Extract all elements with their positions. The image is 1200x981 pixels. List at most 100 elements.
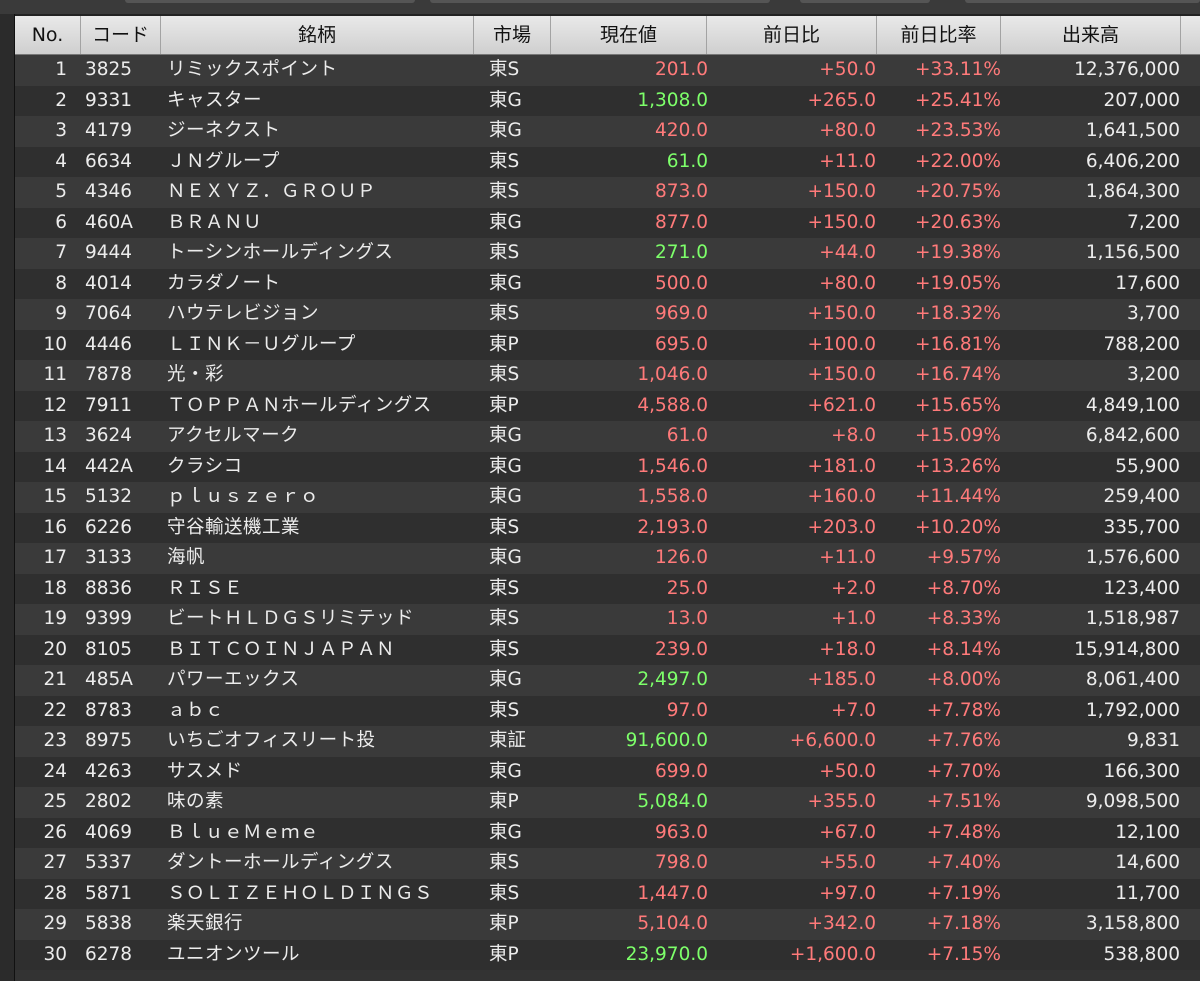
column-header-no[interactable]: No. (15, 16, 81, 54)
toolbar-tab[interactable] (800, 0, 930, 3)
change-cell: +97.0 (819, 882, 876, 904)
price-cell: 1,308.0 (637, 89, 708, 111)
price-cell: 1,558.0 (637, 486, 708, 507)
change-pct-cell: +20.75% (914, 181, 1001, 202)
column-header-market[interactable]: 市場 (474, 16, 551, 54)
stock-name-cell: ＲＩＳＥ (167, 577, 244, 599)
table-row[interactable]: 19 9399 ビートＨＬＤＧＳリミテッド 東S 13.0 +1.0 +8.33% 1,518… (15, 604, 1200, 635)
table-row[interactable]: 25 2802 味の素 東P 5,084.0 +355.0 +7.51% 9,098,500 (15, 787, 1200, 818)
stock-name-cell: サスメド (167, 760, 243, 782)
rank-cell: 10 (43, 333, 67, 355)
change-cell: +342.0 (807, 913, 876, 934)
change-pct-cell: +7.51% (926, 791, 1001, 812)
column-header-code[interactable]: コード (81, 16, 161, 54)
table-row[interactable]: 20 8105 ＢＩＴＣＯＩＮＪＡＰＡＮ 東S 239.0 +18.0 +8.14% 15,9… (15, 634, 1200, 665)
rank-cell: 25 (43, 791, 67, 812)
table-row[interactable]: 1 3825 リミックスポイント 東S 201.0 +50.0 +33.11% 12,376,… (15, 55, 1200, 86)
stock-name-cell: アクセルマーク (167, 425, 300, 446)
table-row[interactable]: 27 5337 ダントーホールディングス 東S 798.0 +55.0 +7.40% 14,6… (15, 848, 1200, 879)
change-pct-cell: +7.18% (926, 913, 1001, 934)
table-row[interactable]: 30 6278 ユニオンツール 東P 23,970.0 +1,600.0 +7.15% 538… (15, 939, 1200, 970)
market-cell: 東G (489, 455, 522, 477)
change-pct-cell: +15.65% (914, 394, 1001, 416)
stock-name-cell: キャスター (167, 89, 263, 111)
rank-cell: 20 (43, 638, 67, 660)
change-cell: +80.0 (819, 120, 876, 141)
market-cell: 東S (489, 516, 520, 538)
table-row[interactable]: 6 460A ＢＲＡＮＵ 東G 877.0 +150.0 +20.63% 7,200 (15, 207, 1200, 238)
price-cell: 25.0 (666, 577, 708, 599)
table-row[interactable]: 12 7911 ＴＯＰＰＡＮホールディングス 東P 4,588.0 +621.0 +15.6… (15, 390, 1200, 421)
table-row[interactable]: 21 485A パワーエックス 東G 2,497.0 +185.0 +8.00% 8,061,… (15, 665, 1200, 696)
volume-cell: 1,792,000 (1085, 699, 1180, 721)
code-cell: 4263 (85, 760, 133, 782)
stock-name-cell: 光・彩 (167, 364, 225, 385)
table-row[interactable]: 15 5132 ｐｌｕｓｚｅｒｏ 東G 1,558.0 +160.0 +11.44% 259,… (15, 482, 1200, 513)
table-row[interactable]: 8 4014 カラダノート 東G 500.0 +80.0 +19.05% 17,600 (15, 268, 1200, 299)
price-cell: 1,546.0 (637, 455, 708, 477)
toolbar-tab[interactable] (125, 0, 415, 3)
table-row[interactable]: 4 6634 ＪＮグループ 東S 61.0 +11.0 +22.00% 6,406,200 (15, 146, 1200, 177)
volume-cell: 3,200 (1127, 364, 1180, 385)
column-header-change[interactable]: 前日比 (707, 16, 877, 54)
change-cell: +50.0 (819, 760, 876, 782)
change-cell: +8.0 (831, 425, 876, 446)
volume-cell: 9,831 (1127, 730, 1180, 751)
stock-name-cell: パワーエックス (167, 669, 300, 690)
table-row[interactable]: 2 9331 キャスター 東G 1,308.0 +265.0 +25.41% 207,000 (15, 85, 1200, 116)
change-pct-cell: +20.63% (914, 211, 1001, 233)
stock-name-cell: ビートＨＬＤＧＳリミテッド (167, 608, 415, 629)
table-row[interactable]: 17 3133 海帆 東G 126.0 +11.0 +9.57% 1,576,600 (15, 543, 1200, 574)
change-pct-cell: +8.33% (926, 608, 1001, 629)
change-pct-cell: +33.11% (914, 59, 1001, 80)
column-header-price[interactable]: 現在値 (551, 16, 707, 54)
toolbar-tab[interactable] (430, 0, 770, 3)
rank-cell: 27 (43, 852, 67, 873)
stock-name-cell: ＮＥＸＹＺ．ＧＲＯＵＰ (167, 181, 377, 202)
rank-cell: 13 (43, 425, 67, 446)
table-row[interactable]: 5 4346 ＮＥＸＹＺ．ＧＲＯＵＰ 東S 873.0 +150.0 +20.75% 1,86… (15, 177, 1200, 208)
table-row[interactable]: 3 4179 ジーネクスト 東G 420.0 +80.0 +23.53% 1,641,500 (15, 116, 1200, 147)
market-cell: 東S (489, 242, 520, 263)
table-row[interactable]: 13 3624 アクセルマーク 東G 61.0 +8.0 +15.09% 6,842,600 (15, 421, 1200, 452)
table-row[interactable]: 22 8783 ａｂｃ 東S 97.0 +7.0 +7.78% 1,792,000 (15, 695, 1200, 726)
market-cell: 東S (489, 882, 520, 904)
table-row[interactable]: 10 4446 ＬＩＮＫ－Ｕグループ 東P 695.0 +100.0 +16.81% 788,… (15, 329, 1200, 360)
table-row[interactable]: 28 5871 ＳＯＬＩＺＥＨＯＬＤＩＮＧＳ 東S 1,447.0 +97.0 +7.19%… (15, 878, 1200, 909)
change-cell: +55.0 (819, 852, 876, 873)
table-row[interactable]: 14 442A クラシコ 東G 1,546.0 +181.0 +13.26% 55,900 (15, 451, 1200, 482)
table-row[interactable]: 24 4263 サスメド 東G 699.0 +50.0 +7.70% 166,300 (15, 756, 1200, 787)
rank-cell: 21 (43, 669, 67, 690)
code-cell: 5838 (85, 913, 133, 934)
table-row[interactable]: 29 5838 楽天銀行 東P 5,104.0 +342.0 +7.18% 3,158,800 (15, 909, 1200, 940)
column-header-change-pct[interactable]: 前日比率 (877, 16, 1001, 54)
column-header-name[interactable]: 銘柄 (161, 16, 474, 54)
code-cell: 7911 (85, 394, 133, 416)
table-row[interactable]: 7 9444 トーシンホールディングス 東S 271.0 +44.0 +19.38% 1,15… (15, 238, 1200, 269)
stock-name-cell: ＳＯＬＩＺＥＨＯＬＤＩＮＧＳ (167, 882, 434, 904)
table-row[interactable]: 9 7064 ハウテレビジョン 東S 969.0 +150.0 +18.32% 3,700 (15, 299, 1200, 330)
volume-cell: 1,518,987 (1085, 608, 1180, 629)
change-cell: +1.0 (831, 608, 876, 629)
market-cell: 東P (489, 943, 519, 965)
toolbar-tab[interactable] (965, 0, 1200, 3)
volume-cell: 15,914,800 (1074, 638, 1180, 660)
price-cell: 969.0 (655, 303, 708, 324)
change-cell: +18.0 (819, 638, 876, 660)
table-row[interactable]: 11 7878 光・彩 東S 1,046.0 +150.0 +16.74% 3,200 (15, 360, 1200, 391)
rank-cell: 15 (43, 486, 67, 507)
table-row[interactable]: 23 8975 いちごオフィスリート投 東証 91,600.0 +6,600.0 +7.76… (15, 726, 1200, 757)
price-cell: 798.0 (655, 852, 708, 873)
market-cell: 東S (489, 364, 520, 385)
table-row[interactable]: 18 8836 ＲＩＳＥ 東S 25.0 +2.0 +8.70% 123,400 (15, 573, 1200, 604)
rank-cell: 11 (43, 364, 67, 385)
market-cell: 東S (489, 638, 520, 660)
change-cell: +50.0 (819, 59, 876, 80)
column-header-volume[interactable]: 出来高 (1001, 16, 1181, 54)
change-cell: +44.0 (819, 242, 876, 263)
table-row[interactable]: 26 4069 ＢｌｕｅＭｅｍｅ 東G 963.0 +67.0 +7.48% 12,100 (15, 817, 1200, 848)
table-row[interactable]: 16 6226 守谷輸送機工業 東S 2,193.0 +203.0 +10.20% 335,7… (15, 512, 1200, 543)
change-pct-cell: +15.09% (914, 425, 1001, 446)
market-cell: 東G (489, 821, 522, 843)
change-pct-cell: +8.70% (926, 577, 1001, 599)
